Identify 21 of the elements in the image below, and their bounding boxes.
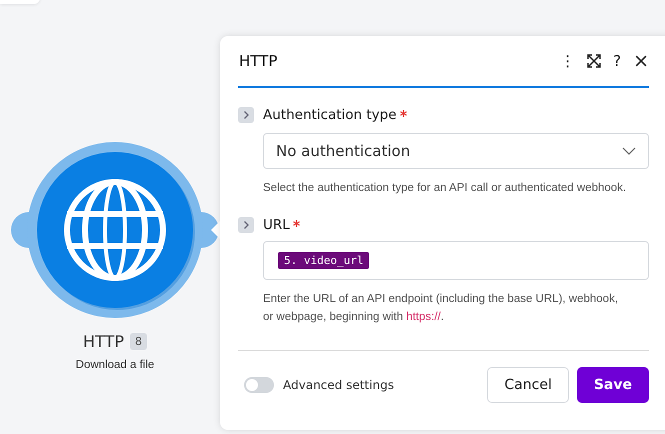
field-label: URL — [263, 217, 290, 233]
expand-icon[interactable] — [587, 54, 602, 68]
help-text: Enter the URL of an API endpoint (including the base URL), webhook, or webpage, beginning with https://. — [263, 292, 620, 325]
link[interactable]: https:// — [406, 311, 441, 323]
expand-toggle[interactable] — [238, 217, 254, 233]
count-badge: 8 — [130, 333, 147, 350]
panel-title: HTTP — [239, 52, 278, 70]
cancel-button[interactable]: Cancel — [487, 367, 569, 403]
dropdown-field[interactable]: No authentication — [263, 133, 649, 169]
module-title: HTTP — [83, 332, 124, 351]
help-text: Select the authentication type for an API call or authenticated webhook. — [263, 181, 628, 196]
module-subtitle: Download a file — [76, 359, 154, 371]
url-field[interactable]: 5. video_url — [263, 241, 649, 280]
http-module[interactable] — [9, 140, 221, 320]
mapped-value-tag[interactable]: 5. video_url — [278, 252, 370, 269]
field-label: Authentication type — [263, 107, 397, 123]
save-button[interactable]: Save — [576, 367, 649, 403]
toggle-label: Advanced settings — [283, 378, 394, 392]
chevron-down-icon — [622, 147, 636, 155]
toggle-switch[interactable] — [244, 377, 274, 393]
expand-toggle[interactable] — [238, 107, 254, 123]
